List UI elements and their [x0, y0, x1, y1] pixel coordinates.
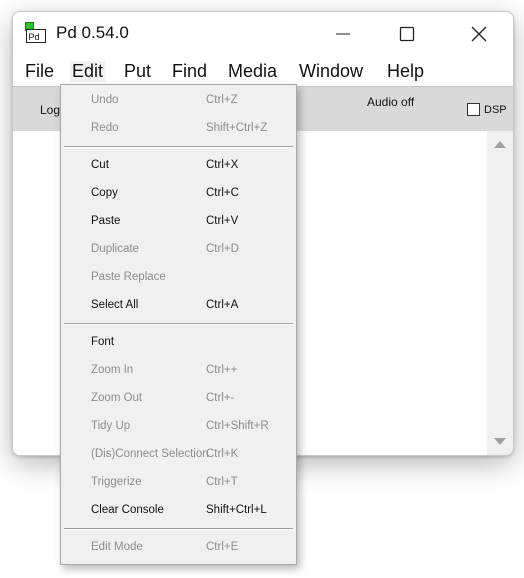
close-icon [471, 26, 487, 42]
menu-item-shortcut: Ctrl+X [206, 159, 239, 171]
menu-item-shortcut: Ctrl+V [206, 215, 239, 227]
window-title: Pd 0.54.0 [56, 23, 129, 42]
pd-app-icon: Pd [25, 22, 46, 43]
menu-item-zoom-in[interactable]: Zoom In Ctrl++ [61, 358, 296, 386]
minimize-icon [336, 33, 350, 35]
audio-status: Audio off [367, 95, 415, 109]
menu-item-shortcut: Ctrl+Z [206, 94, 238, 106]
menu-item-shortcut: Ctrl+K [206, 448, 239, 460]
menu-separator [64, 323, 293, 325]
menu-edit[interactable]: Edit [70, 61, 106, 82]
menu-item-redo[interactable]: Redo Shift+Ctrl+Z [61, 116, 296, 144]
menu-item-shortcut: Ctrl+D [206, 243, 239, 255]
menu-item-shortcut: Shift+Ctrl+L [206, 504, 267, 516]
menu-item-shortcut: Ctrl++ [206, 364, 238, 376]
menu-item-shortcut: Ctrl+Shift+R [206, 420, 269, 432]
menu-item-cut[interactable]: Cut Ctrl+X [61, 153, 296, 181]
app-icon-text: Pd [29, 32, 40, 42]
title-bar[interactable]: Pd Pd 0.54.0 [13, 12, 513, 56]
menu-item-font[interactable]: Font [61, 330, 296, 358]
menu-item-edit-mode[interactable]: Edit Mode Ctrl+E [61, 535, 296, 563]
menu-item-duplicate[interactable]: Duplicate Ctrl+D [61, 237, 296, 265]
menu-item-label: Zoom In [91, 364, 134, 376]
menu-item-label: (Dis)Connect Selection [91, 448, 209, 460]
close-button[interactable] [445, 12, 513, 56]
menu-item-shortcut: Ctrl+- [206, 392, 235, 404]
menu-find[interactable]: Find [170, 61, 209, 82]
edit-menu-dropdown: Undo Ctrl+Z Redo Shift+Ctrl+Z Cut Ctrl+X… [60, 84, 297, 565]
menu-help[interactable]: Help [385, 61, 426, 82]
menu-item-undo[interactable]: Undo Ctrl+Z [61, 88, 296, 116]
console-scrollbar[interactable] [487, 131, 513, 455]
menu-item-label: Clear Console [91, 504, 164, 516]
menu-item-label: Copy [91, 187, 118, 199]
menu-item-label: Paste [91, 215, 121, 227]
menu-item-shortcut: Ctrl+C [206, 187, 239, 199]
menu-item-label: Edit Mode [91, 541, 143, 553]
menu-item-label: Triggerize [91, 476, 142, 488]
menu-window[interactable]: Window [297, 61, 365, 82]
menu-file[interactable]: File [23, 61, 56, 82]
menu-media[interactable]: Media [226, 61, 279, 82]
menu-item-zoom-out[interactable]: Zoom Out Ctrl+- [61, 386, 296, 414]
menu-item-select-all[interactable]: Select All Ctrl+A [61, 293, 296, 321]
menu-item-shortcut: Ctrl+T [206, 476, 238, 488]
menu-item-label: Redo [91, 122, 119, 134]
dsp-toggle[interactable]: DSP [467, 103, 507, 116]
menu-item-label: Select All [91, 299, 139, 311]
scroll-up-icon[interactable] [494, 141, 506, 148]
menu-item-label: Duplicate [91, 243, 139, 255]
maximize-icon [399, 26, 415, 42]
menu-item-label: Cut [91, 159, 109, 171]
menu-item-label: Tidy Up [91, 420, 131, 432]
menu-bar: File Edit Put Find Media Window Help [13, 56, 513, 86]
menu-item-paste-replace[interactable]: Paste Replace [61, 265, 296, 293]
menu-item-label: Font [91, 336, 115, 348]
dsp-label: DSP [484, 103, 507, 116]
menu-item-shortcut: Ctrl+E [206, 541, 239, 553]
menu-item-copy[interactable]: Copy Ctrl+C [61, 181, 296, 209]
menu-item-label: Zoom Out [91, 392, 143, 404]
menu-separator [64, 146, 293, 148]
menu-item-triggerize[interactable]: Triggerize Ctrl+T [61, 470, 296, 498]
menu-item-shortcut: Ctrl+A [206, 299, 239, 311]
menu-item-paste[interactable]: Paste Ctrl+V [61, 209, 296, 237]
maximize-button[interactable] [373, 12, 441, 56]
menu-item-tidy-up[interactable]: Tidy Up Ctrl+Shift+R [61, 414, 296, 442]
menu-item-disconnect-selection[interactable]: (Dis)Connect Selection Ctrl+K [61, 442, 296, 470]
scroll-down-icon[interactable] [494, 438, 506, 445]
dsp-checkbox[interactable] [467, 103, 480, 116]
menu-item-label: Paste Replace [91, 271, 166, 283]
minimize-button[interactable] [309, 12, 377, 56]
menu-item-shortcut: Shift+Ctrl+Z [206, 122, 268, 134]
menu-put[interactable]: Put [122, 61, 153, 82]
menu-separator [64, 528, 293, 530]
menu-item-clear-console[interactable]: Clear Console Shift+Ctrl+L [61, 498, 296, 526]
menu-item-label: Undo [91, 94, 119, 106]
